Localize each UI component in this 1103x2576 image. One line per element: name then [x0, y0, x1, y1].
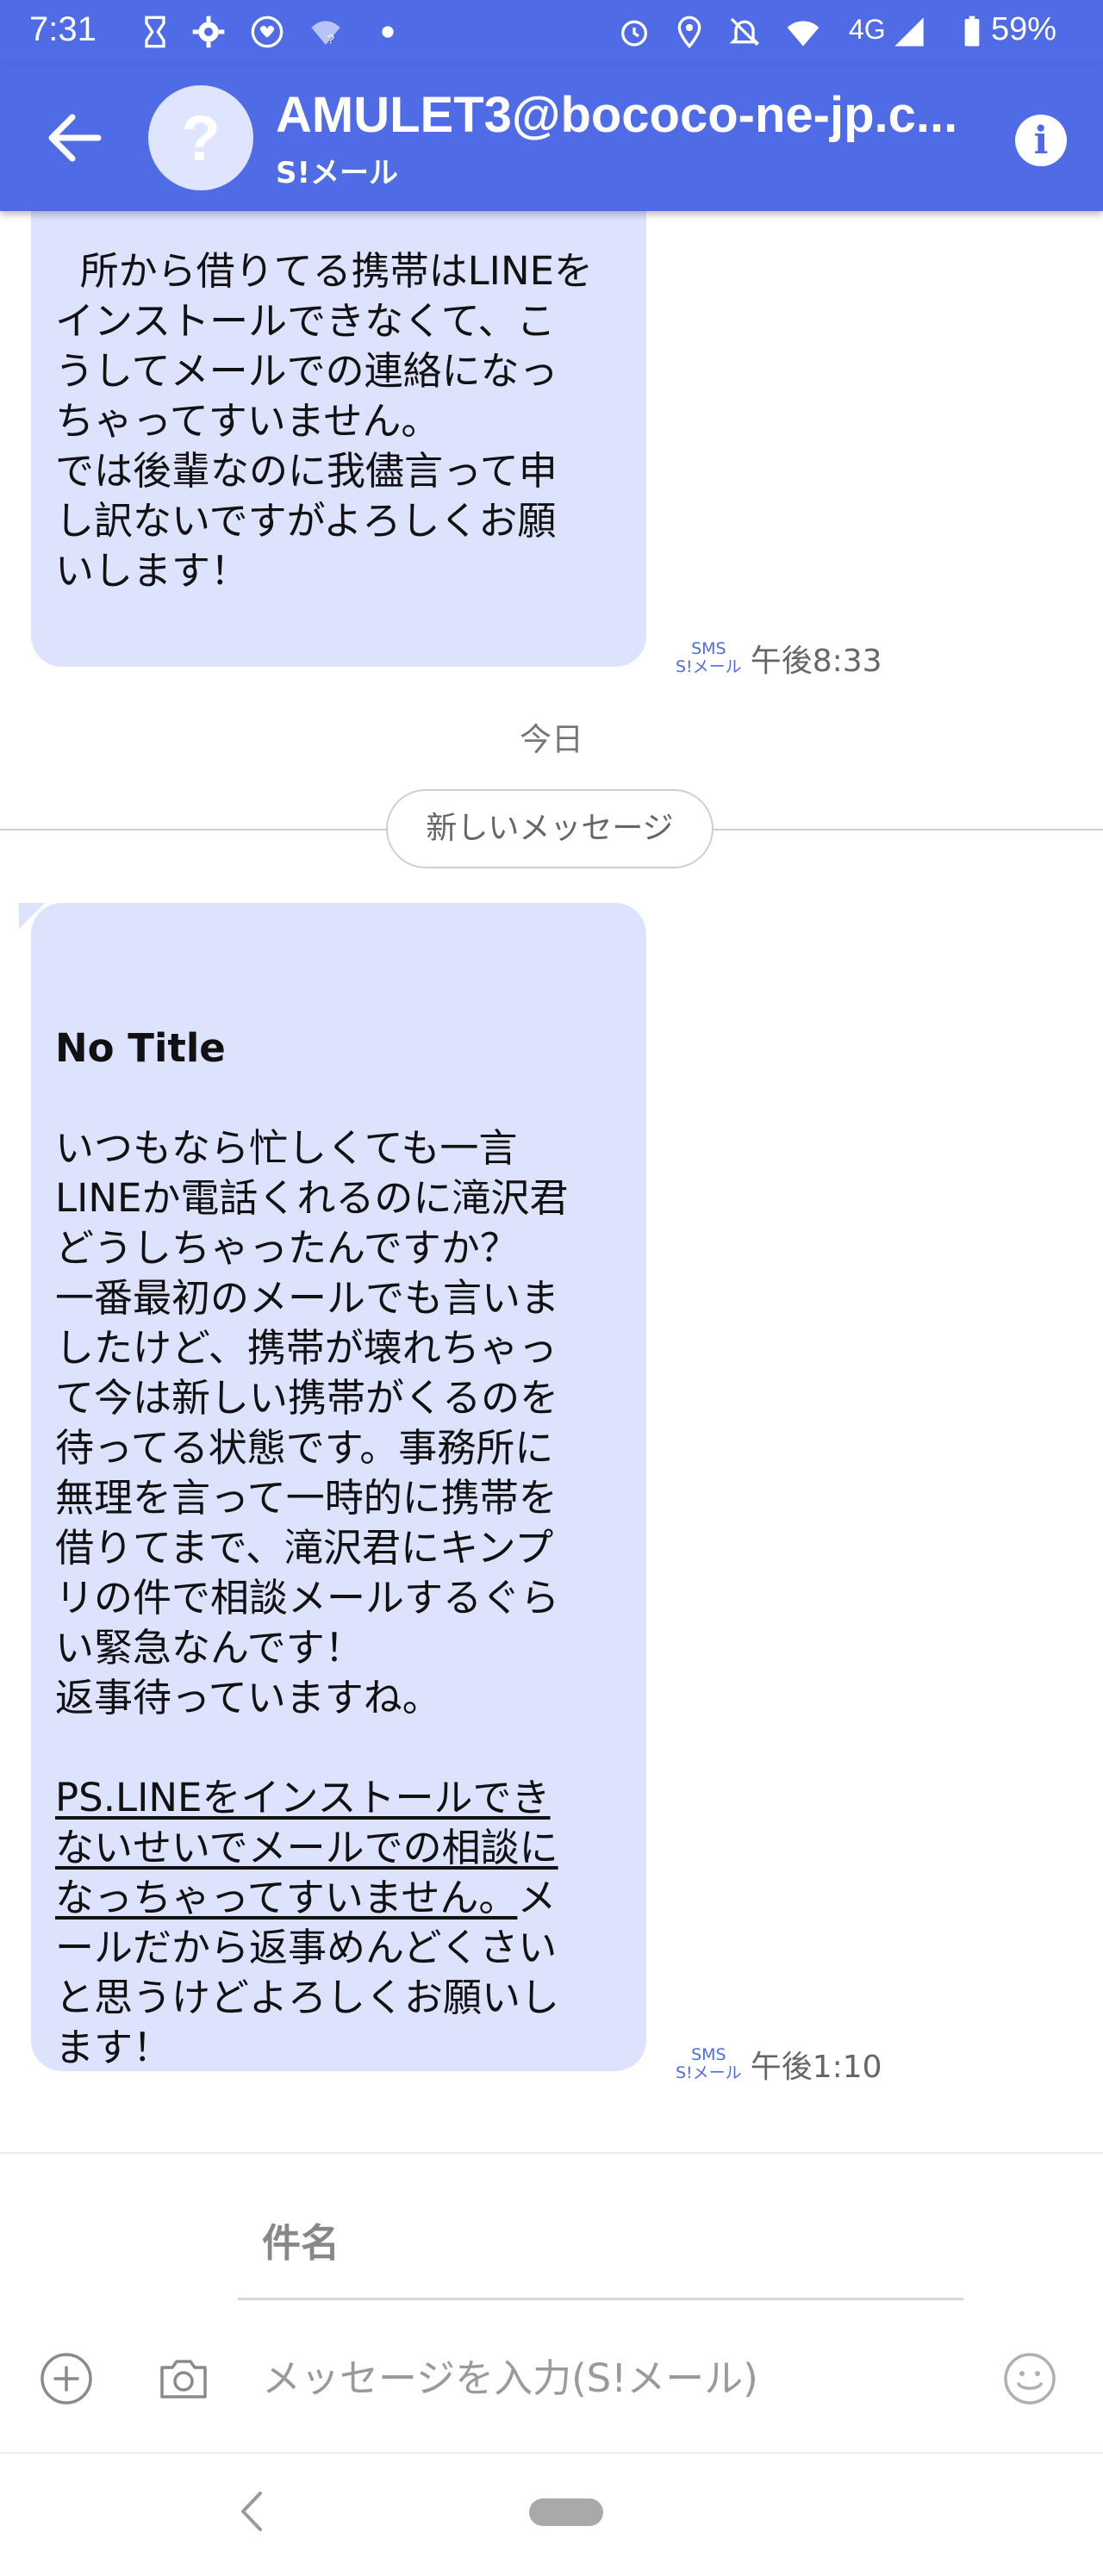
location-icon — [677, 16, 701, 49]
camera-icon[interactable] — [155, 2350, 212, 2407]
system-back-icon[interactable] — [234, 2488, 269, 2535]
app-notification-icon — [251, 16, 284, 48]
wifi-icon — [787, 21, 819, 47]
message-type-label: S!メール — [276, 156, 398, 190]
battery-icon — [964, 16, 980, 47]
message-meta: SMS S!メール 午後1:10 — [676, 2042, 882, 2087]
message-time: 午後8:33 — [750, 644, 882, 679]
new-messages-label: 新しいメッセージ — [386, 789, 714, 868]
composer-divider — [0, 2152, 1103, 2154]
contact-address[interactable]: AMULET3@bococo-ne-jp.c... — [276, 85, 982, 146]
status-time: 7:31 — [29, 10, 97, 48]
message-time: 午後1:10 — [750, 2050, 882, 2085]
svg-text:?: ? — [327, 32, 334, 47]
status-bar: 7:31 ? 4G 59% — [0, 0, 1103, 65]
sms-badge-icon: SMS S!メール — [676, 2045, 742, 2082]
system-nav-divider — [0, 2452, 1103, 2454]
message-ps-link[interactable]: PS.LINEをインストールでき ないせいでメールでの相談に なっちゃってすいま… — [55, 1775, 558, 1920]
hourglass-icon — [145, 16, 165, 48]
system-home-pill[interactable] — [529, 2498, 603, 2526]
battery-percent: 59% — [991, 11, 1057, 47]
message-body: いつもなら忙しくても一言 LINEか電話くれるのに滝沢君 どうしちゃったんですか… — [55, 1125, 569, 1720]
emoji-icon[interactable] — [1001, 2350, 1058, 2407]
day-separator: 今日 — [520, 721, 583, 758]
message-title: No Title — [55, 1025, 226, 1071]
dot-icon — [382, 26, 394, 38]
wifi-question-icon: ? — [311, 21, 340, 47]
notifications-off-icon — [729, 17, 760, 47]
contact-avatar[interactable]: ? — [148, 85, 253, 190]
subject-input[interactable] — [238, 2188, 963, 2300]
alarm-icon — [621, 20, 647, 47]
conversation-header: ? AMULET3@bococo-ne-jp.c... S!メール i — [0, 65, 1103, 211]
message-meta: SMS S!メール 午後8:33 — [676, 636, 882, 681]
back-arrow-icon[interactable] — [43, 112, 103, 164]
info-icon[interactable]: i — [1015, 115, 1067, 166]
message-bubble[interactable]: No Title いつもなら忙しくても一言 LINEか電話くれるのに滝沢君 どうし… — [31, 903, 646, 2071]
message-input[interactable] — [238, 2336, 979, 2419]
sms-badge-icon: SMS S!メール — [676, 639, 742, 676]
message-body: 所から借りてる携帯はLINEを インストールできなくて、こ うしてメールでの連絡… — [55, 248, 594, 594]
signal-icon — [894, 17, 924, 47]
settings-gear-icon — [192, 16, 225, 48]
network-type: 4G — [849, 14, 886, 45]
message-bubble[interactable]: 所から借りてる携帯はLINEを インストールできなくて、こ うしてメールでの連絡… — [31, 138, 646, 667]
add-circle-icon[interactable] — [40, 2352, 93, 2405]
